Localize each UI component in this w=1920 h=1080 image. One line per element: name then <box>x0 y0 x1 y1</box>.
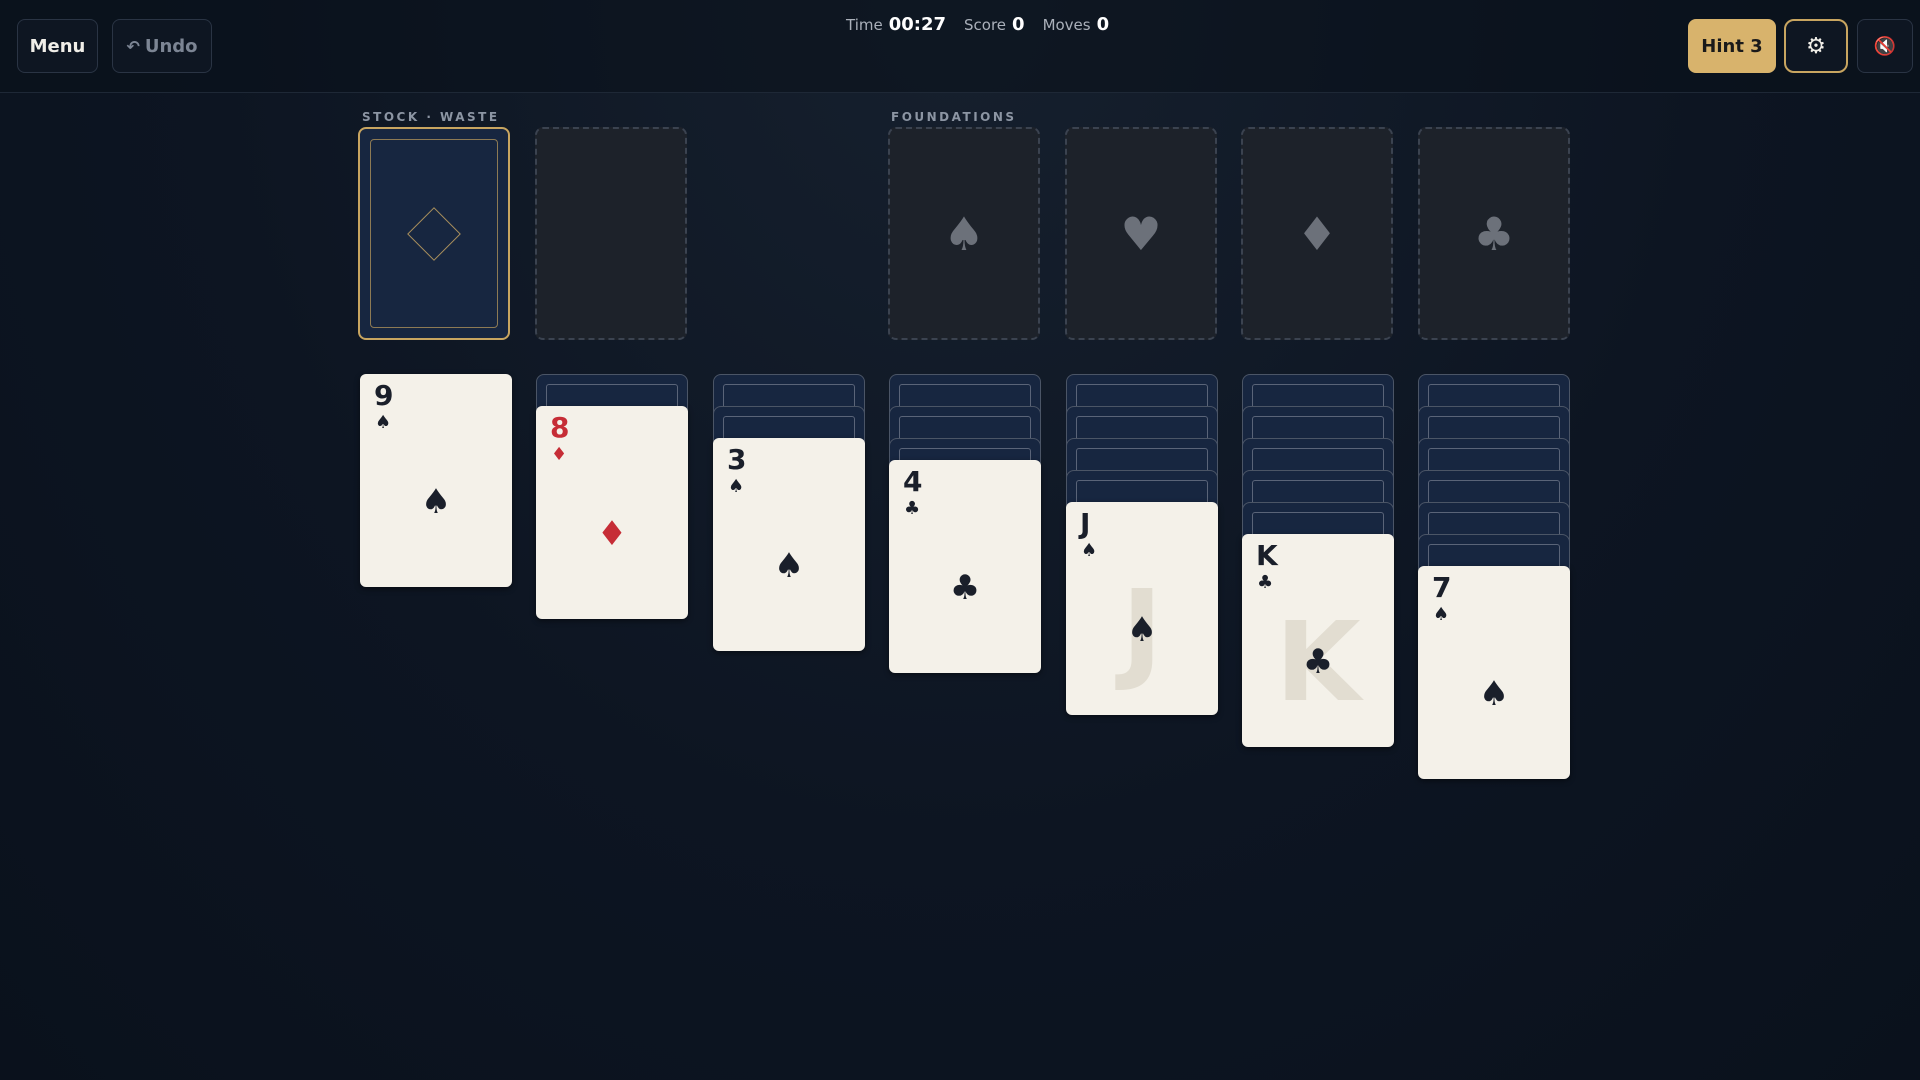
spade-icon: ♠ <box>1126 609 1158 650</box>
spade-icon: ♠ <box>420 481 452 522</box>
spade-icon: ♠ <box>375 412 392 433</box>
spade-icon: ♠ <box>1433 604 1450 625</box>
score-value: 0 <box>1012 14 1025 35</box>
undo-label: Undo <box>144 35 198 57</box>
time-value: 00:27 <box>888 14 947 35</box>
mute-icon: 🔇 <box>1873 35 1897 57</box>
card-rank: 8 <box>550 411 570 444</box>
mute-button[interactable]: 🔇 <box>1857 19 1913 73</box>
settings-button[interactable]: ⚙ <box>1784 19 1848 73</box>
hint-button[interactable]: Hint 3 <box>1688 19 1776 73</box>
spade-icon: ♠ <box>1081 540 1098 561</box>
card-rank: 3 <box>727 443 747 476</box>
moves-label: Moves <box>1042 16 1091 34</box>
stock-pile[interactable] <box>358 127 510 340</box>
club-icon: ♣ <box>949 567 981 608</box>
game-stats: Time 00:27 Score 0 Moves 0 <box>846 14 1109 42</box>
tableau-card[interactable]: K K ♣ ♣ <box>1242 534 1394 747</box>
club-icon: ♣ <box>1473 206 1515 261</box>
card-rank: 4 <box>903 465 923 498</box>
stock-waste-label: STOCK · WASTE <box>362 110 500 124</box>
club-icon: ♣ <box>1302 641 1334 682</box>
undo-icon: ↶ <box>126 36 140 56</box>
top-bar: Menu ↶ Undo Time 00:27 Score 0 Moves 0 Hint… <box>0 0 1920 93</box>
foundation-slot-spade[interactable]: ♠ <box>888 127 1040 340</box>
foundations-label: FOUNDATIONS <box>891 110 1017 124</box>
card-rank: 9 <box>374 379 394 412</box>
time-label: Time <box>846 16 883 34</box>
tableau-card[interactable]: 3 ♠ ♠ <box>713 438 865 651</box>
undo-button[interactable]: ↶ Undo <box>112 19 212 73</box>
club-icon: ♣ <box>904 498 921 519</box>
spade-icon: ♠ <box>773 545 805 586</box>
gear-icon: ⚙ <box>1806 33 1826 59</box>
foundation-slot-club[interactable]: ♣ <box>1418 127 1570 340</box>
heart-icon: ♥ <box>1120 206 1162 261</box>
spade-icon: ♠ <box>1478 673 1510 714</box>
score-stat: Score 0 <box>964 14 1025 35</box>
tableau-card[interactable]: 8 ♦ ♦ <box>536 406 688 619</box>
moves-value: 0 <box>1096 14 1110 35</box>
score-label: Score <box>964 16 1007 34</box>
diamond-icon: ♦ <box>596 513 628 554</box>
card-rank: K <box>1256 539 1278 572</box>
foundation-slot-diamond[interactable]: ♦ <box>1241 127 1393 340</box>
tableau-card[interactable]: 7 ♠ ♠ <box>1418 566 1570 779</box>
spade-icon: ♠ <box>728 476 745 497</box>
menu-button[interactable]: Menu <box>17 19 98 73</box>
diamond-icon: ♦ <box>551 444 568 465</box>
time-stat: Time 00:27 <box>846 14 946 35</box>
tableau-card[interactable]: J J ♠ ♠ <box>1066 502 1218 715</box>
diamond-icon: ♦ <box>1296 206 1338 261</box>
club-icon: ♣ <box>1257 572 1274 593</box>
moves-stat: Moves 0 <box>1043 14 1110 35</box>
tableau-card[interactable]: 9 ♠ ♠ <box>360 374 512 587</box>
tableau-card[interactable]: 4 ♣ ♣ <box>889 460 1041 673</box>
spade-icon: ♠ <box>943 206 985 261</box>
card-rank: J <box>1080 507 1091 540</box>
card-rank: 7 <box>1432 571 1452 604</box>
foundation-slot-heart[interactable]: ♥ <box>1065 127 1217 340</box>
waste-pile[interactable] <box>535 127 687 340</box>
